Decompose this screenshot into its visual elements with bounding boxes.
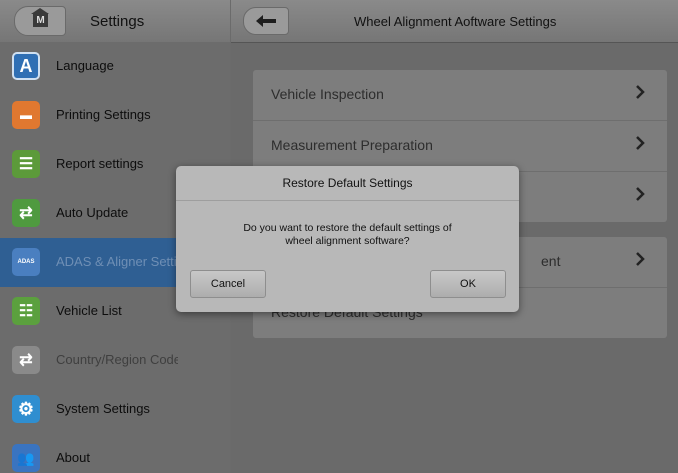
chevron-right-icon [636,187,645,201]
row-label: ent [541,253,561,269]
printer-icon: ▬ [12,101,40,129]
chevron-right-icon [636,136,645,150]
sidebar-item-label: Vehicle List [56,303,122,318]
vehicle-list-icon: ☷ [12,297,40,325]
sidebar-item-label: Auto Update [56,205,129,220]
main-header: Wheel Alignment Aoftware Settings [231,0,678,43]
gear-icon: ⚙ [12,395,40,423]
dialog-message-line2: wheel alignment software? [285,235,410,247]
chevron-right-icon [636,85,645,99]
about-icon: 👥 [12,444,40,472]
dialog-title: Restore Default Settings [176,166,519,201]
chevron-right-icon [636,252,645,266]
sidebar-item-label: About [56,450,90,465]
back-button[interactable] [243,7,289,35]
row-vehicle-inspection[interactable]: Vehicle Inspection [253,70,667,121]
sidebar-item-label: System Settings [56,401,150,416]
app-root: M Settings A Language ▬ Printing Setting… [0,0,678,473]
home-icon: M [33,13,48,27]
sidebar-item-language[interactable]: A Language [0,42,230,92]
sidebar-item-system-settings[interactable]: ⚙ System Settings [0,385,230,435]
ok-button[interactable]: OK [430,270,506,298]
sidebar-item-label: Language [56,58,114,73]
sidebar-item-label: ADAS & Aligner Settings [56,254,178,269]
region-code-icon: ⇄ [12,346,40,374]
sidebar-item-label: Country/Region Code [56,352,178,367]
cancel-button[interactable]: Cancel [190,270,266,298]
sidebar-header: M Settings [0,0,230,43]
sidebar-item-country-region-code[interactable]: ⇄ Country/Region Code [0,336,230,386]
report-icon: ☰ [12,150,40,178]
back-arrow-icon [256,15,276,27]
row-label: Vehicle Inspection [271,86,384,102]
sidebar-item-label: Printing Settings [56,107,151,122]
language-icon: A [12,52,40,80]
row-measurement-preparation[interactable]: Measurement Preparation [253,121,667,172]
dialog-message: Do you want to restore the default setti… [196,222,499,248]
sidebar-item-label: Report settings [56,156,144,171]
adas-icon: ADAS [12,248,40,276]
sidebar-item-about[interactable]: 👥 About [0,434,230,473]
refresh-icon: ⇄ [12,199,40,227]
home-button[interactable]: M [14,6,66,36]
sidebar-title: Settings [90,13,145,30]
page-title: Wheel Alignment Aoftware Settings [354,14,557,29]
row-label: Measurement Preparation [271,137,433,153]
sidebar-item-printing-settings[interactable]: ▬ Printing Settings [0,91,230,141]
dialog-message-line1: Do you want to restore the default setti… [243,222,452,234]
restore-dialog: Restore Default Settings Do you want to … [176,166,519,312]
